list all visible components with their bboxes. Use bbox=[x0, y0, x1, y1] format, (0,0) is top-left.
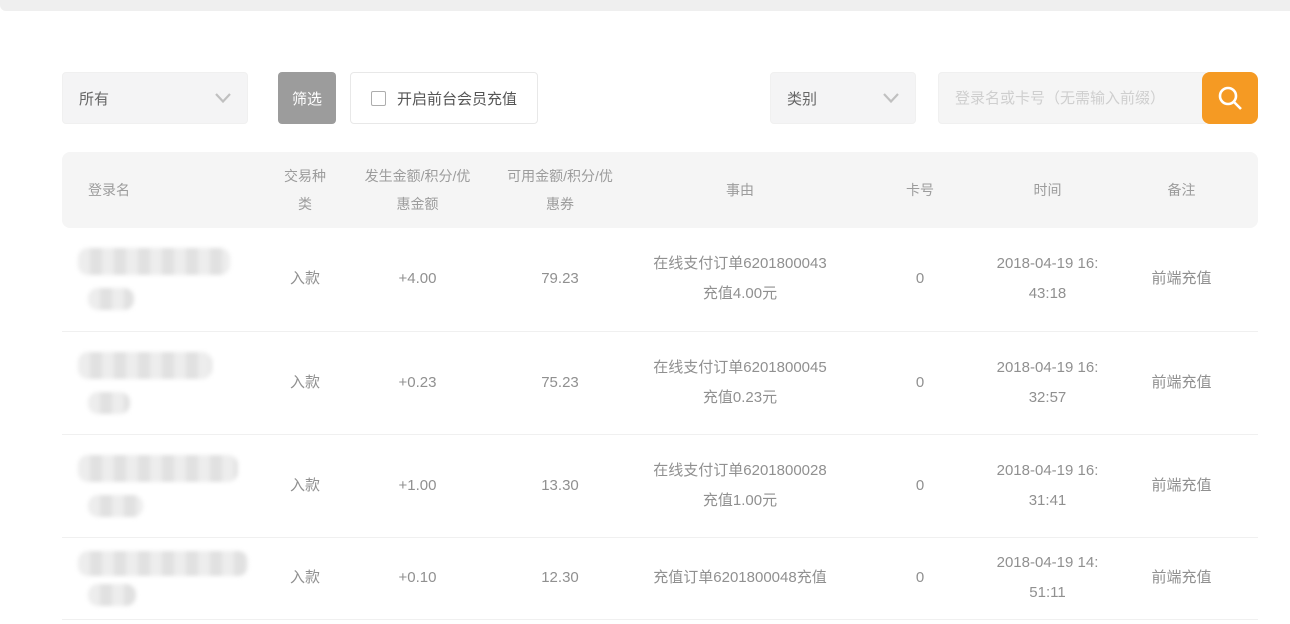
header-time: 时间 bbox=[990, 152, 1105, 228]
cell-reason: 在线支付订单6201800043充值4.00元 bbox=[630, 228, 850, 331]
checkbox-label: 开启前台会员充值 bbox=[397, 88, 517, 109]
table-header: 登录名 交易种类 发生金额/积分/优惠金额 可用金额/积分/优惠券 事由 卡号 … bbox=[62, 152, 1258, 228]
type-select-value: 所有 bbox=[79, 88, 109, 109]
cell-transaction-type: 入款 bbox=[265, 228, 345, 331]
cell-note: 前端充值 bbox=[1105, 331, 1258, 434]
header-amount-change: 发生金额/积分/优惠金额 bbox=[345, 152, 490, 228]
table-row: 入款 +0.10 12.30 充值订单6201800048充值 0 2018-0… bbox=[62, 537, 1258, 619]
cell-amount-change: +0.23 bbox=[345, 331, 490, 434]
search-input[interactable] bbox=[938, 72, 1208, 124]
header-login-name: 登录名 bbox=[62, 152, 265, 228]
header-note: 备注 bbox=[1105, 152, 1258, 228]
header-reason: 事由 bbox=[630, 152, 850, 228]
search-icon bbox=[1216, 84, 1244, 112]
category-select[interactable]: 类别 bbox=[770, 72, 916, 124]
cell-card-number: 0 bbox=[850, 434, 990, 537]
top-panel-edge bbox=[0, 0, 1290, 11]
checkbox-icon[interactable] bbox=[371, 91, 386, 106]
toolbar: 所有 筛选 开启前台会员充值 类别 bbox=[62, 72, 1258, 124]
header-card-number: 卡号 bbox=[850, 152, 990, 228]
header-available-amount: 可用金额/积分/优惠券 bbox=[490, 152, 630, 228]
table-row: 入款 +4.00 79.23 在线支付订单6201800043充值4.00元 0… bbox=[62, 228, 1258, 331]
cell-card-number: 0 bbox=[850, 537, 990, 619]
category-select-value: 类别 bbox=[787, 88, 817, 109]
toolbar-right-group: 类别 bbox=[770, 72, 1258, 124]
cell-transaction-type: 入款 bbox=[265, 434, 345, 537]
front-desk-recharge-checkbox[interactable]: 开启前台会员充值 bbox=[350, 72, 538, 124]
redacted-username bbox=[62, 228, 265, 331]
cell-note: 前端充值 bbox=[1105, 434, 1258, 537]
search-button[interactable] bbox=[1202, 72, 1258, 124]
redacted-username bbox=[62, 434, 265, 537]
cell-time: 2018-04-19 16:32:57 bbox=[990, 331, 1105, 434]
filter-button[interactable]: 筛选 bbox=[278, 72, 336, 124]
cell-reason: 在线支付订单6201800028充值1.00元 bbox=[630, 434, 850, 537]
cell-reason: 充值订单6201800048充值 bbox=[630, 537, 850, 619]
cell-note: 前端充值 bbox=[1105, 537, 1258, 619]
redacted-username bbox=[62, 537, 265, 619]
chevron-down-icon bbox=[883, 93, 899, 103]
cell-available-amount: 12.30 bbox=[490, 537, 630, 619]
type-select[interactable]: 所有 bbox=[62, 72, 248, 124]
redacted-username bbox=[62, 331, 265, 434]
header-transaction-type: 交易种类 bbox=[265, 152, 345, 228]
search-group bbox=[938, 72, 1258, 124]
table-row: 入款 +0.23 75.23 在线支付订单6201800045充值0.23元 0… bbox=[62, 331, 1258, 434]
cell-transaction-type: 入款 bbox=[265, 537, 345, 619]
cell-time: 2018-04-19 16:43:18 bbox=[990, 228, 1105, 331]
cell-note: 前端充值 bbox=[1105, 228, 1258, 331]
cell-time: 2018-04-19 16:31:41 bbox=[990, 434, 1105, 537]
cell-available-amount: 75.23 bbox=[490, 331, 630, 434]
cell-amount-change: +4.00 bbox=[345, 228, 490, 331]
cell-amount-change: +0.10 bbox=[345, 537, 490, 619]
cell-time: 2018-04-19 14:51:11 bbox=[990, 537, 1105, 619]
cell-reason: 在线支付订单6201800045充值0.23元 bbox=[630, 331, 850, 434]
cell-available-amount: 79.23 bbox=[490, 228, 630, 331]
cell-amount-change: +1.00 bbox=[345, 434, 490, 537]
cell-available-amount: 13.30 bbox=[490, 434, 630, 537]
cell-card-number: 0 bbox=[850, 331, 990, 434]
table-row: 入款 +1.00 13.30 在线支付订单6201800028充值1.00元 0… bbox=[62, 434, 1258, 537]
chevron-down-icon bbox=[215, 93, 231, 103]
recharge-records-table: 登录名 交易种类 发生金额/积分/优惠金额 可用金额/积分/优惠券 事由 卡号 … bbox=[62, 152, 1258, 620]
cell-card-number: 0 bbox=[850, 228, 990, 331]
cell-transaction-type: 入款 bbox=[265, 331, 345, 434]
